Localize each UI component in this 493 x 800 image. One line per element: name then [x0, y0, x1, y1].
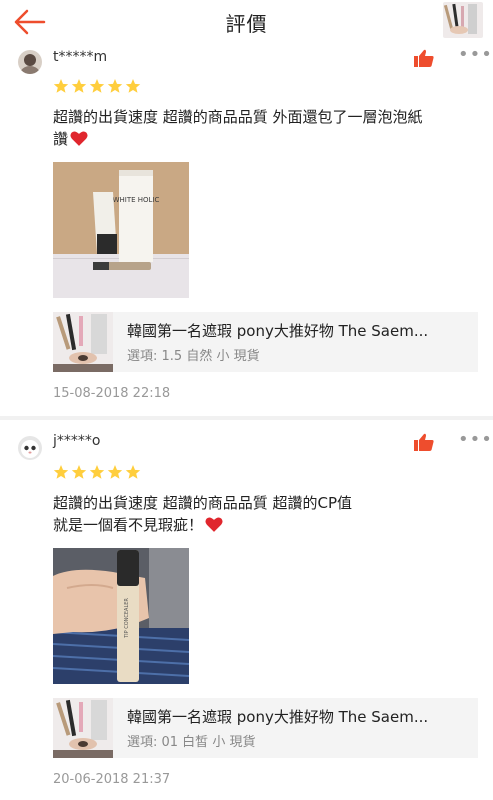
thumbs-up-icon[interactable]: [414, 49, 434, 67]
star-icon: [125, 465, 141, 479]
star-icon: [53, 79, 69, 93]
comment-line: 就是一個看不見瑕疵！: [53, 514, 463, 536]
star-icon: [71, 79, 87, 93]
heart-icon: [205, 517, 223, 532]
more-options-icon[interactable]: •••: [458, 429, 493, 450]
avatar[interactable]: [18, 436, 42, 460]
review-comment: 超讚的出貨速度 超讚的商品品質 外面還包了一層泡泡紙 讚: [53, 106, 463, 150]
avatar[interactable]: [18, 50, 42, 74]
review-date: 20-06-2018 21:37: [53, 772, 171, 787]
star-icon: [71, 465, 87, 479]
comment-line: 讚: [53, 128, 463, 150]
product-name: 韓國第一名遮瑕 pony大推好物 The Saem...: [127, 322, 429, 340]
comment-line: 超讚的出貨速度 超讚的商品品質 外面還包了一層泡泡紙: [53, 108, 423, 126]
star-icon: [89, 79, 105, 93]
comment-line: 超讚的出貨速度 超讚的商品品質 超讚的CP值: [53, 494, 353, 512]
page-title: 評價: [225, 12, 268, 36]
product-thumbnail: [53, 698, 113, 758]
star-rating: [53, 464, 141, 480]
review-photo[interactable]: TIP CONCEALER: [53, 548, 189, 684]
star-icon: [89, 465, 105, 479]
product-name: 韓國第一名遮瑕 pony大推好物 The Saem...: [127, 708, 429, 726]
product-link[interactable]: 韓國第一名遮瑕 pony大推好物 The Saem... 選項: 01 白皙 小…: [53, 698, 478, 758]
more-options-icon[interactable]: •••: [458, 44, 493, 65]
product-link[interactable]: 韓國第一名遮瑕 pony大推好物 The Saem... 選項: 1.5 自然 …: [53, 312, 478, 372]
star-icon: [107, 465, 123, 479]
username: t*****m: [53, 49, 108, 65]
review-comment: 超讚的出貨速度 超讚的商品品質 超讚的CP值 就是一個看不見瑕疵！: [53, 492, 463, 536]
tube-label: TIP CONCEALER: [124, 598, 130, 639]
box-label: WHITE HOLIC: [113, 196, 160, 204]
review-date: 15-08-2018 22:18: [53, 386, 171, 401]
product-option: 選項: 01 白皙 小 現貨: [127, 735, 256, 750]
product-thumbnail[interactable]: [443, 2, 483, 38]
star-rating: [53, 78, 141, 94]
thumbs-up-icon[interactable]: [414, 433, 434, 451]
review-photo[interactable]: WHITE HOLIC: [53, 162, 189, 298]
star-icon: [107, 79, 123, 93]
product-option: 選項: 1.5 自然 小 現貨: [127, 349, 260, 364]
heart-icon: [70, 131, 88, 146]
star-icon: [125, 79, 141, 93]
star-icon: [53, 465, 69, 479]
product-thumbnail: [53, 312, 113, 372]
review-card: t*****m ••• 超讚的出貨速度 超讚的商品品質 外面還包了一層泡泡紙 讚…: [0, 44, 493, 418]
review-card: j*****o ••• 超讚的出貨速度 超讚的商品品質 超讚的CP值 就是一個看…: [0, 420, 493, 800]
top-bar: 評價: [0, 0, 493, 44]
username: j*****o: [53, 433, 101, 449]
